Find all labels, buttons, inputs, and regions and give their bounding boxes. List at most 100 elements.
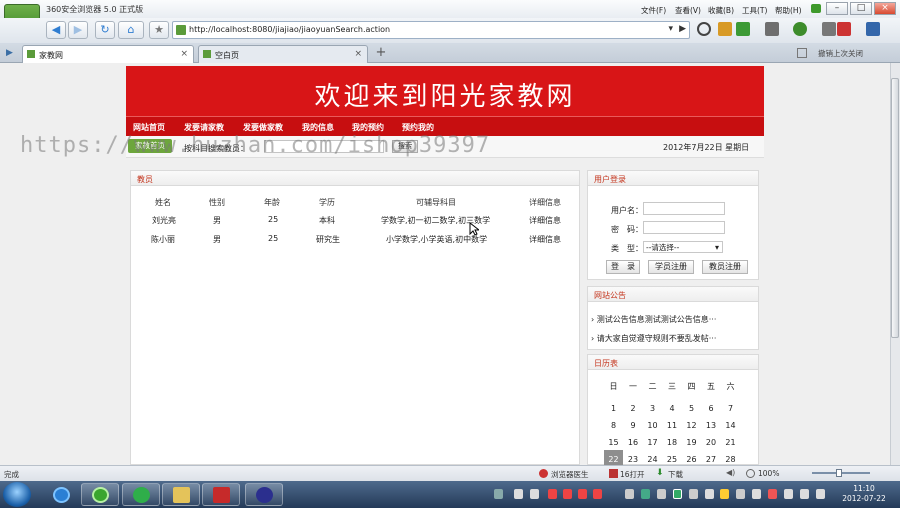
student-register-button[interactable]: 学员注册 — [648, 260, 694, 274]
tray-user-icon[interactable] — [593, 489, 602, 499]
calendar-day[interactable]: 18 — [663, 438, 682, 447]
menu-file[interactable]: 文件(F) — [641, 5, 666, 16]
calendar-day[interactable]: 7 — [721, 404, 740, 413]
taskbar-clock[interactable]: 11:10 2012-07-22 — [838, 484, 890, 504]
calendar-day[interactable]: 13 — [702, 421, 721, 430]
calendar-day[interactable]: 16 — [624, 438, 643, 447]
address-bar[interactable]: http://localhost:8080/jiajiao/jiaoyuanSe… — [172, 21, 690, 39]
taskbar-app-globe[interactable] — [122, 483, 160, 506]
tray-icon[interactable] — [514, 489, 523, 499]
tray-user-icon[interactable] — [578, 489, 587, 499]
zoom-level[interactable]: 100% — [758, 469, 779, 478]
calendar-day[interactable]: 5 — [682, 404, 701, 413]
address-url[interactable]: http://localhost:8080/jiajiao/jiaoyuanSe… — [189, 25, 390, 34]
taskbar-360-browser[interactable] — [81, 483, 119, 506]
login-button[interactable]: 登 录 — [606, 260, 640, 274]
nav-my-appointments[interactable]: 我的预约 — [352, 122, 384, 133]
calendar-day[interactable]: 10 — [643, 421, 662, 430]
tray-icon[interactable] — [784, 489, 793, 499]
tray-shield-icon[interactable] — [673, 489, 682, 499]
calendar-day[interactable]: 2 — [624, 404, 643, 413]
calendar-day[interactable]: 23 — [624, 455, 643, 464]
tray-volume-icon[interactable] — [816, 489, 825, 499]
app-icon[interactable] — [736, 22, 750, 36]
start-button[interactable] — [3, 482, 31, 507]
calendar-day[interactable]: 25 — [663, 455, 682, 464]
tray-icon[interactable] — [689, 489, 698, 499]
back-button[interactable]: ◀ — [46, 21, 66, 39]
menu-view[interactable]: 查看(V) — [675, 5, 701, 16]
tray-icon[interactable] — [657, 489, 666, 499]
window-icon[interactable] — [797, 48, 807, 58]
tray-icon[interactable] — [530, 489, 539, 499]
browser-doctor[interactable]: 浏览器医生 — [551, 469, 589, 480]
menu-help[interactable]: 帮助(H) — [775, 5, 802, 16]
teacher-details-link[interactable]: 详细信息 — [529, 234, 561, 245]
favorite-button[interactable]: ★ — [149, 21, 169, 39]
nav-request-tutor[interactable]: 发要请家教 — [184, 122, 224, 133]
open-count[interactable]: 16打开 — [620, 469, 645, 480]
volume-icon[interactable]: ◀) — [726, 468, 735, 477]
tray-icon[interactable] — [705, 489, 714, 499]
minimize-button[interactable]: – — [826, 2, 848, 15]
lock-icon[interactable] — [765, 22, 779, 36]
taskbar-app-red[interactable] — [202, 483, 240, 506]
username-input[interactable] — [643, 202, 725, 215]
calendar-day[interactable]: 19 — [682, 438, 701, 447]
go-icon[interactable]: ▶ — [679, 24, 686, 34]
notice-item[interactable]: › 测试公告信息测试测试公告信息··· — [591, 314, 716, 325]
calendar-day[interactable]: 6 — [702, 404, 721, 413]
calendar-day[interactable]: 26 — [682, 455, 701, 464]
tab-jiajiao[interactable]: 家教网 × — [22, 45, 194, 63]
notice-item[interactable]: › 请大家自觉遵守规则不要乱发帖··· — [591, 333, 716, 344]
shield-icon[interactable] — [697, 22, 711, 36]
sidebar-toggle-icon[interactable]: ▶ — [6, 48, 16, 58]
tray-keyboard-icon[interactable] — [494, 489, 503, 499]
calendar-day[interactable]: 20 — [702, 438, 721, 447]
calendar-day[interactable]: 12 — [682, 421, 701, 430]
nav-appointments-me[interactable]: 预约我的 — [402, 122, 434, 133]
user-type-select[interactable]: --请选择-- ▾ — [643, 241, 723, 253]
tray-icon[interactable] — [768, 489, 777, 499]
download-button[interactable]: 下载 — [668, 469, 683, 480]
nav-my-info[interactable]: 我的信息 — [302, 122, 334, 133]
tray-user-icon[interactable] — [548, 489, 557, 499]
tab-close-icon[interactable]: × — [354, 49, 362, 59]
calendar-day[interactable]: 21 — [721, 438, 740, 447]
refresh-button[interactable]: ↻ — [95, 21, 115, 39]
password-input[interactable] — [643, 221, 725, 234]
calendar-day[interactable]: 9 — [624, 421, 643, 430]
nav-become-tutor[interactable]: 发要做家教 — [243, 122, 283, 133]
calendar-day[interactable]: 27 — [702, 455, 721, 464]
calendar-day[interactable]: 24 — [643, 455, 662, 464]
wrench-icon[interactable] — [822, 22, 836, 36]
box-icon[interactable] — [718, 22, 732, 36]
new-tab-button[interactable]: + — [372, 46, 390, 62]
taskbar-ie[interactable] — [42, 483, 80, 506]
tray-icon[interactable] — [720, 489, 729, 499]
nav-home[interactable]: 网站首页 — [133, 122, 165, 133]
plugin-icon[interactable] — [793, 22, 807, 36]
tray-user-icon[interactable] — [563, 489, 572, 499]
close-window-button[interactable]: × — [874, 2, 896, 15]
mail-icon[interactable] — [837, 22, 851, 36]
calendar-day[interactable]: 15 — [604, 438, 623, 447]
calendar-day[interactable]: 22 — [604, 455, 623, 464]
settings-icon[interactable] — [866, 22, 880, 36]
tray-icon[interactable] — [625, 489, 634, 499]
zoom-slider-handle[interactable] — [836, 469, 842, 477]
tray-icon[interactable] — [800, 489, 809, 499]
calendar-day[interactable]: 8 — [604, 421, 623, 430]
maximize-button[interactable]: □ — [850, 2, 872, 15]
calendar-day[interactable]: 1 — [604, 404, 623, 413]
calendar-day[interactable]: 3 — [643, 404, 662, 413]
tray-icon[interactable] — [736, 489, 745, 499]
home-button[interactable]: ⌂ — [118, 21, 144, 39]
menu-tools[interactable]: 工具(T) — [742, 5, 767, 16]
reopen-closed-tab[interactable]: 撤销上次关闭 — [818, 48, 863, 59]
tray-icon[interactable] — [641, 489, 650, 499]
tab-close-icon[interactable]: × — [180, 49, 188, 59]
skin-icon[interactable] — [811, 4, 821, 13]
menu-favorites[interactable]: 收藏(B) — [708, 5, 734, 16]
tray-icon[interactable] — [752, 489, 761, 499]
